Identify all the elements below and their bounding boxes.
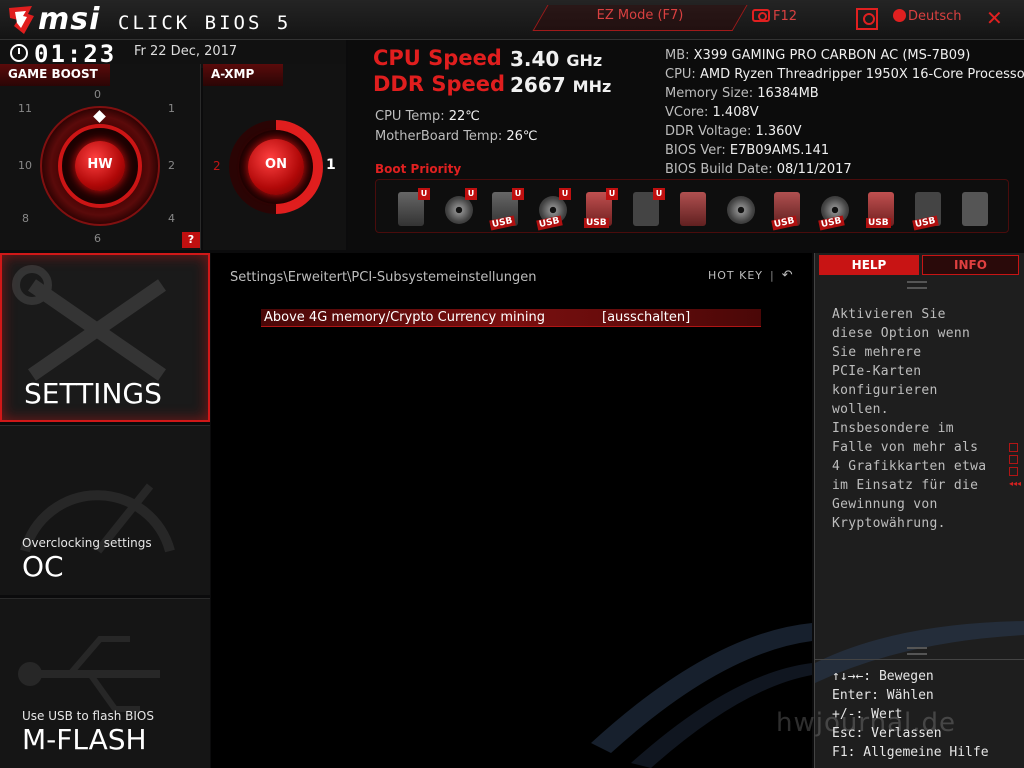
boot-device-usb-disc-icon[interactable]: U USB bbox=[536, 188, 571, 231]
boot-device-network-icon[interactable] bbox=[960, 188, 990, 226]
boot-device-usb-hdd-icon[interactable]: USB bbox=[771, 188, 802, 231]
help-text: Aktivieren Sie diese Option wenn Sie meh… bbox=[832, 307, 987, 531]
clock-date: Fr 22 Dec, 2017 bbox=[134, 44, 238, 59]
boot-device-usb-disc-icon[interactable]: USB bbox=[818, 188, 849, 231]
bios-screen: msi CLICK BIOS 5 EZ Mode (F7) F12 Deutsc… bbox=[0, 0, 1024, 768]
boot-device-disc-icon[interactable] bbox=[725, 188, 755, 226]
boot-device-usb-floppy-icon[interactable]: USB bbox=[912, 188, 943, 231]
boot-device-hdd-icon[interactable] bbox=[678, 188, 708, 226]
hotkey-bar: HOT KEY | ↶ bbox=[708, 268, 794, 283]
dial-number: 4 bbox=[168, 212, 175, 225]
main-panel: Settings\Erweitert\PCI-Subsystemeinstell… bbox=[211, 253, 812, 768]
tab-help[interactable]: HELP bbox=[819, 255, 919, 275]
boot-priority-title: Boot Priority bbox=[375, 162, 462, 176]
screenshot-label: F12 bbox=[773, 9, 798, 24]
system-info-area: CPU Speed 3.40 GHz DDR Speed 2667 MHz CP… bbox=[348, 40, 1024, 250]
tools-icon bbox=[12, 265, 166, 381]
brand-logo: msi bbox=[38, 2, 101, 37]
sysinfo-list: MB: X399 GAMING PRO CARBON AC (MS-7B09) … bbox=[665, 46, 1024, 179]
boot-device-usb-hdd-icon[interactable]: U USB bbox=[489, 188, 524, 231]
mb-temp: MotherBoard Temp: 26℃ bbox=[375, 129, 538, 144]
sidebar-item-settings[interactable]: SETTINGS bbox=[0, 253, 210, 422]
sidebar-mflash-title: M-FLASH bbox=[22, 723, 147, 756]
search-icon[interactable] bbox=[856, 8, 878, 30]
help-panel: HELP INFO Aktivieren Sie diese Option we… bbox=[814, 253, 1024, 768]
axmp-title: A-XMP bbox=[203, 64, 283, 86]
tab-info[interactable]: INFO bbox=[922, 255, 1019, 275]
divider bbox=[815, 659, 1024, 660]
cpu-speed-value: 3.40 GHz bbox=[510, 47, 603, 71]
watermark: hwjournal.de bbox=[776, 708, 956, 738]
ez-mode-button[interactable]: EZ Mode (F7) bbox=[540, 8, 740, 23]
sidebar-settings-title: SETTINGS bbox=[24, 377, 162, 410]
product-name: CLICK BIOS 5 bbox=[118, 12, 292, 34]
panel-drag-handle[interactable] bbox=[907, 647, 927, 655]
sidebar-oc-subtitle: Overclocking settings bbox=[22, 536, 152, 550]
game-boost-title: GAME BOOST bbox=[0, 64, 110, 86]
swoosh-decoration bbox=[591, 623, 812, 768]
dial-number: 10 bbox=[18, 159, 32, 172]
help-badge-button[interactable]: ? bbox=[182, 232, 200, 248]
boot-device-usb-key-icon[interactable]: USB bbox=[866, 188, 896, 228]
language-label: Deutsch bbox=[908, 9, 962, 24]
game-boost-knob-label: HW bbox=[87, 157, 113, 172]
boot-device-usb-key-icon[interactable]: U USB bbox=[584, 188, 618, 228]
sidebar-item-mflash[interactable]: Use USB to flash BIOS M-FLASH bbox=[0, 598, 210, 768]
setting-row-value[interactable]: [ausschalten] bbox=[602, 310, 690, 325]
camera-icon bbox=[752, 9, 770, 22]
sysinfo-bios-date: BIOS Build Date: 08/11/2017 bbox=[665, 162, 852, 177]
globe-icon bbox=[893, 9, 906, 22]
clock-icon bbox=[10, 44, 28, 62]
boot-device-floppy-icon[interactable]: U bbox=[631, 188, 665, 226]
panel-drag-handle[interactable] bbox=[907, 281, 927, 289]
breadcrumb: Settings\Erweitert\PCI-Subsystemeinstell… bbox=[230, 270, 537, 285]
sysinfo-memory: Memory Size: 16384MB bbox=[665, 86, 819, 101]
axmp-profile-2[interactable]: 2 bbox=[213, 159, 221, 173]
sidebar-mflash-subtitle: Use USB to flash BIOS bbox=[22, 709, 154, 723]
dial-number: 2 bbox=[168, 159, 175, 172]
dial-number: 1 bbox=[168, 102, 175, 115]
game-boost-panel: GAME BOOST 0 1 2 4 6 8 10 11 HW ? bbox=[0, 64, 201, 250]
axmp-knob-label: ON bbox=[265, 157, 287, 172]
collapse-chevron-icon[interactable]: ◂◂◂ bbox=[1009, 479, 1021, 488]
sidebar-oc-title: OC bbox=[22, 550, 64, 583]
cpu-temp: CPU Temp: 22℃ bbox=[375, 109, 480, 124]
close-icon[interactable]: ✕ bbox=[986, 6, 1003, 30]
panel-side-controls[interactable]: ◂◂◂ bbox=[1009, 443, 1021, 488]
hotkey-button[interactable]: HOT KEY bbox=[708, 269, 763, 282]
msi-dragon-logo-icon bbox=[9, 6, 34, 34]
setting-row-label: Above 4G memory/Crypto Currency mining bbox=[264, 310, 545, 325]
dial-number: 6 bbox=[94, 232, 101, 245]
dial-number: 0 bbox=[94, 88, 101, 101]
sysinfo-ddr-voltage: DDR Voltage: 1.360V bbox=[665, 124, 802, 139]
axmp-panel: A-XMP ON 2 1 bbox=[203, 64, 346, 250]
ddr-speed-value: 2667 MHz bbox=[510, 73, 612, 97]
sidebar-item-oc[interactable]: Overclocking settings OC bbox=[0, 425, 210, 595]
boot-device-disc-icon[interactable]: U bbox=[443, 188, 477, 226]
sysinfo-mb: MB: X399 GAMING PRO CARBON AC (MS-7B09) bbox=[665, 48, 971, 63]
language-button[interactable]: Deutsch bbox=[893, 9, 962, 24]
sysinfo-cpu: CPU: AMD Ryzen Threadripper 1950X 16-Cor… bbox=[665, 67, 1024, 82]
sysinfo-vcore: VCore: 1.408V bbox=[665, 105, 759, 120]
back-arrow-icon[interactable]: ↶ bbox=[782, 268, 794, 283]
dial-number: 8 bbox=[22, 212, 29, 225]
cpu-speed-label: CPU Speed bbox=[373, 46, 502, 70]
boot-priority-strip: U U U USB U USB U USB U USB USB USB USB bbox=[375, 179, 1009, 233]
setting-row-above-4g[interactable]: Above 4G memory/Crypto Currency mining [… bbox=[261, 309, 761, 327]
sysinfo-bios-ver: BIOS Ver: E7B09AMS.141 bbox=[665, 143, 830, 158]
top-bar: msi CLICK BIOS 5 EZ Mode (F7) F12 Deutsc… bbox=[0, 0, 1024, 40]
axmp-profile-1[interactable]: 1 bbox=[326, 157, 336, 173]
screenshot-button[interactable]: F12 bbox=[752, 9, 797, 24]
dial-number: 11 bbox=[18, 102, 32, 115]
boot-device-hdd-icon[interactable]: U bbox=[396, 188, 430, 226]
ddr-speed-label: DDR Speed bbox=[373, 72, 506, 96]
